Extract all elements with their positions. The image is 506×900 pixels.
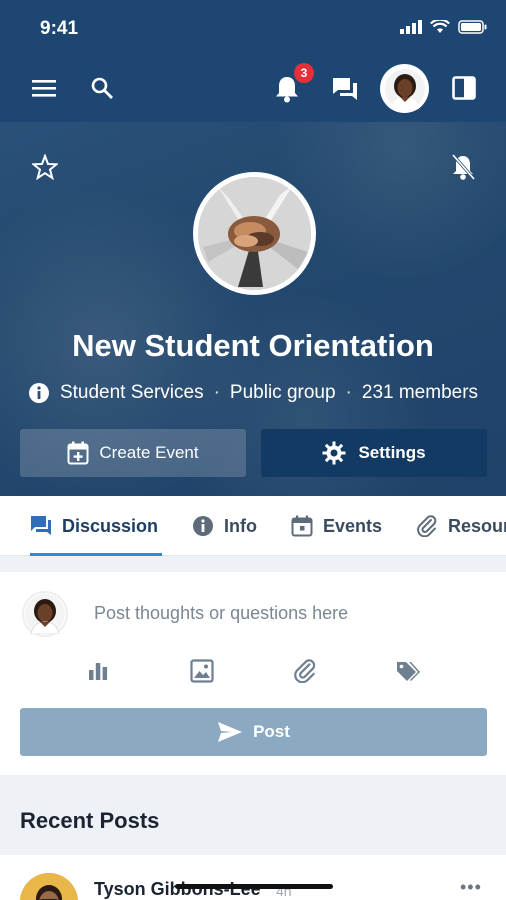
post-composer: Post thoughts or questions here Post	[0, 572, 506, 775]
group-privacy: Public group	[229, 382, 336, 403]
calendar-icon	[291, 515, 313, 537]
post-input[interactable]: Post thoughts or questions here	[94, 603, 348, 624]
attachment-icon[interactable]	[292, 658, 318, 684]
notification-badge: 3	[294, 63, 314, 83]
chat-icon	[31, 516, 51, 535]
post-more-options-icon[interactable]: •••	[460, 877, 482, 898]
post-author-avatar[interactable]	[20, 873, 78, 900]
group-tabs: Discussion Info Events Resour	[0, 496, 506, 556]
battery-icon	[458, 20, 487, 34]
active-tab-indicator	[30, 553, 162, 556]
group-photo-image	[198, 177, 311, 290]
tab-discussion[interactable]: Discussion	[30, 496, 158, 556]
meta-separator: ·	[213, 382, 220, 403]
group-members-count[interactable]: 231 members	[362, 382, 478, 404]
image-icon[interactable]	[189, 658, 215, 684]
favorite-star-icon[interactable]	[30, 152, 60, 182]
tab-resources[interactable]: Resour	[416, 496, 506, 556]
recent-posts-heading: Recent Posts	[20, 808, 160, 833]
status-icons	[400, 20, 488, 34]
send-icon	[218, 722, 243, 742]
settings-button[interactable]: Settings	[261, 429, 487, 477]
create-event-button[interactable]: Create Event	[20, 429, 246, 477]
menu-icon[interactable]	[30, 74, 58, 102]
composer-avatar	[22, 591, 68, 637]
tab-info-label: Info	[224, 515, 257, 536]
info-icon	[193, 516, 213, 536]
calendar-add-icon	[67, 441, 89, 465]
user-avatar-image	[384, 68, 425, 109]
status-time: 9:41	[40, 18, 79, 39]
group-meta: Student Services · Public group · 231 me…	[0, 382, 506, 404]
create-event-label: Create Event	[99, 443, 199, 462]
tag-icon[interactable]	[394, 658, 422, 684]
paperclip-icon	[417, 515, 437, 537]
tab-events-label: Events	[323, 515, 383, 536]
wifi-icon	[430, 20, 450, 33]
mute-notifications-icon[interactable]	[448, 152, 478, 182]
post-card[interactable]: Tyson Gibbons-Lee 4h •••	[0, 855, 506, 900]
user-avatar[interactable]	[380, 64, 429, 113]
panel-toggle-icon[interactable]	[450, 74, 478, 102]
home-indicator	[175, 884, 333, 889]
post-author-name[interactable]: Tyson Gibbons-Lee	[94, 879, 261, 900]
signal-icon	[400, 20, 422, 34]
group-header: 9:41 3 New Student Orientation Student S…	[0, 0, 506, 496]
group-department[interactable]: Student Services	[60, 382, 204, 404]
settings-label: Settings	[358, 443, 426, 462]
tab-events[interactable]: Events	[291, 496, 382, 556]
tab-info[interactable]: Info	[192, 496, 257, 556]
search-icon[interactable]	[88, 74, 116, 102]
status-bar: 9:41	[0, 0, 506, 56]
nav-row	[0, 62, 506, 116]
group-title: New Student Orientation	[72, 328, 434, 363]
info-icon	[28, 383, 49, 403]
gear-icon	[322, 441, 346, 465]
post-button[interactable]: Post	[20, 708, 487, 756]
meta-separator: ·	[345, 382, 352, 403]
poll-icon[interactable]	[85, 658, 111, 684]
post-button-label: Post	[253, 722, 290, 741]
composer-tools	[0, 658, 506, 688]
tab-discussion-label: Discussion	[62, 515, 159, 536]
chat-icon[interactable]	[330, 75, 360, 103]
tab-resources-label: Resour	[448, 515, 506, 536]
group-photo	[193, 172, 316, 295]
